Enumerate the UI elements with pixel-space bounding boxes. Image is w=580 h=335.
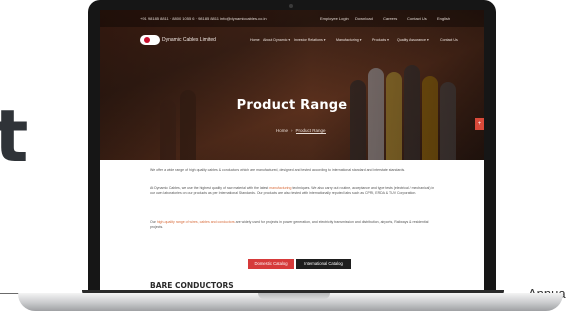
intro-paragraph: We offer a wide range of high quality ca… — [150, 168, 406, 172]
careers-link[interactable]: Careers — [383, 16, 397, 21]
laptop-base — [18, 293, 563, 311]
manufacturing-link[interactable]: manufacturing — [269, 186, 291, 190]
language-select[interactable]: English — [437, 16, 450, 21]
international-catalog-button[interactable]: International Catalog — [296, 259, 351, 269]
side-widget-button[interactable]: + — [475, 118, 484, 130]
top-bar: +91 98185 8811 · 8800 1055 6 · 98185 881… — [100, 10, 484, 27]
logo-text: Dynamic Cables Limited — [162, 37, 216, 43]
page-title: Product Range — [236, 98, 348, 113]
breadcrumb: Home › Product Range — [276, 128, 326, 134]
laptop-notch — [258, 293, 330, 299]
section-heading: BARE CONDUCTORS — [150, 281, 234, 290]
hero-banner: +91 98185 8811 · 8800 1055 6 · 98185 881… — [100, 10, 484, 160]
laptop-screen: +91 98185 8811 · 8800 1055 6 · 98185 881… — [100, 10, 484, 302]
breadcrumb-home-link[interactable]: Home — [276, 128, 288, 133]
download-link[interactable]: Download — [355, 16, 373, 21]
usage-paragraph: Our high-quality range of wires, cables … — [150, 220, 440, 230]
main-navigation: Dynamic Cables Limited Home About Dynami… — [100, 27, 484, 51]
nav-item-products[interactable]: Products ▾ — [372, 38, 389, 42]
quality-paragraph: At Dynamic Cables, we use the highest qu… — [150, 186, 440, 196]
usage-text: Our — [150, 220, 156, 224]
nav-item-contact[interactable]: Contact Us — [440, 38, 458, 42]
employee-login-link[interactable]: Employee Login — [320, 16, 349, 21]
quality-text: At Dynamic Cables, we use the highest qu… — [150, 186, 269, 190]
breadcrumb-separator: › — [291, 128, 293, 133]
company-logo[interactable] — [140, 35, 160, 45]
background-heading-fragment: t — [0, 94, 29, 178]
laptop-lid: +91 98185 8811 · 8800 1055 6 · 98185 881… — [88, 0, 496, 302]
contact-info: +91 98185 8811 · 8800 1055 6 · 98185 881… — [140, 16, 267, 21]
webcam-icon — [289, 4, 293, 8]
nav-item-investor-relations[interactable]: Investor Relations ▾ — [294, 38, 326, 42]
domestic-catalog-button[interactable]: Domestic Catalog — [248, 259, 294, 269]
main-content: We offer a wide range of high quality ca… — [100, 160, 484, 302]
nav-item-quality[interactable]: Quality Assurance ▾ — [397, 38, 429, 42]
nav-item-about[interactable]: About Dynamic ▾ — [263, 38, 290, 42]
nav-item-home[interactable]: Home — [250, 38, 260, 42]
logo-mark-icon — [144, 37, 150, 43]
nav-item-manufacturing[interactable]: Manufacturing ▾ — [336, 38, 362, 42]
products-link[interactable]: high-quality range of wires, cables and … — [157, 220, 235, 224]
contact-us-link[interactable]: Contact Us — [407, 16, 427, 21]
breadcrumb-current: Product Range — [295, 128, 326, 134]
